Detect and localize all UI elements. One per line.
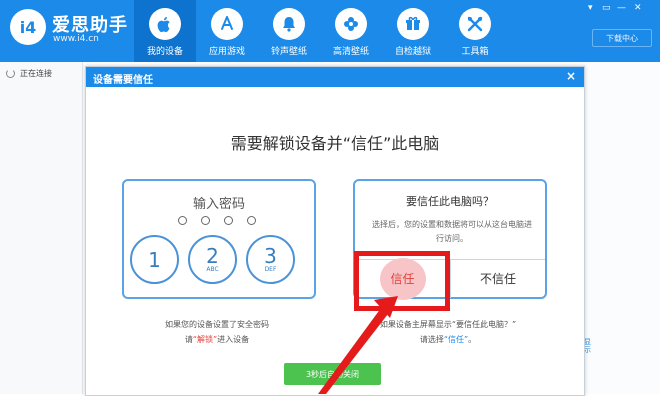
red-arrow-annotation	[318, 296, 398, 394]
